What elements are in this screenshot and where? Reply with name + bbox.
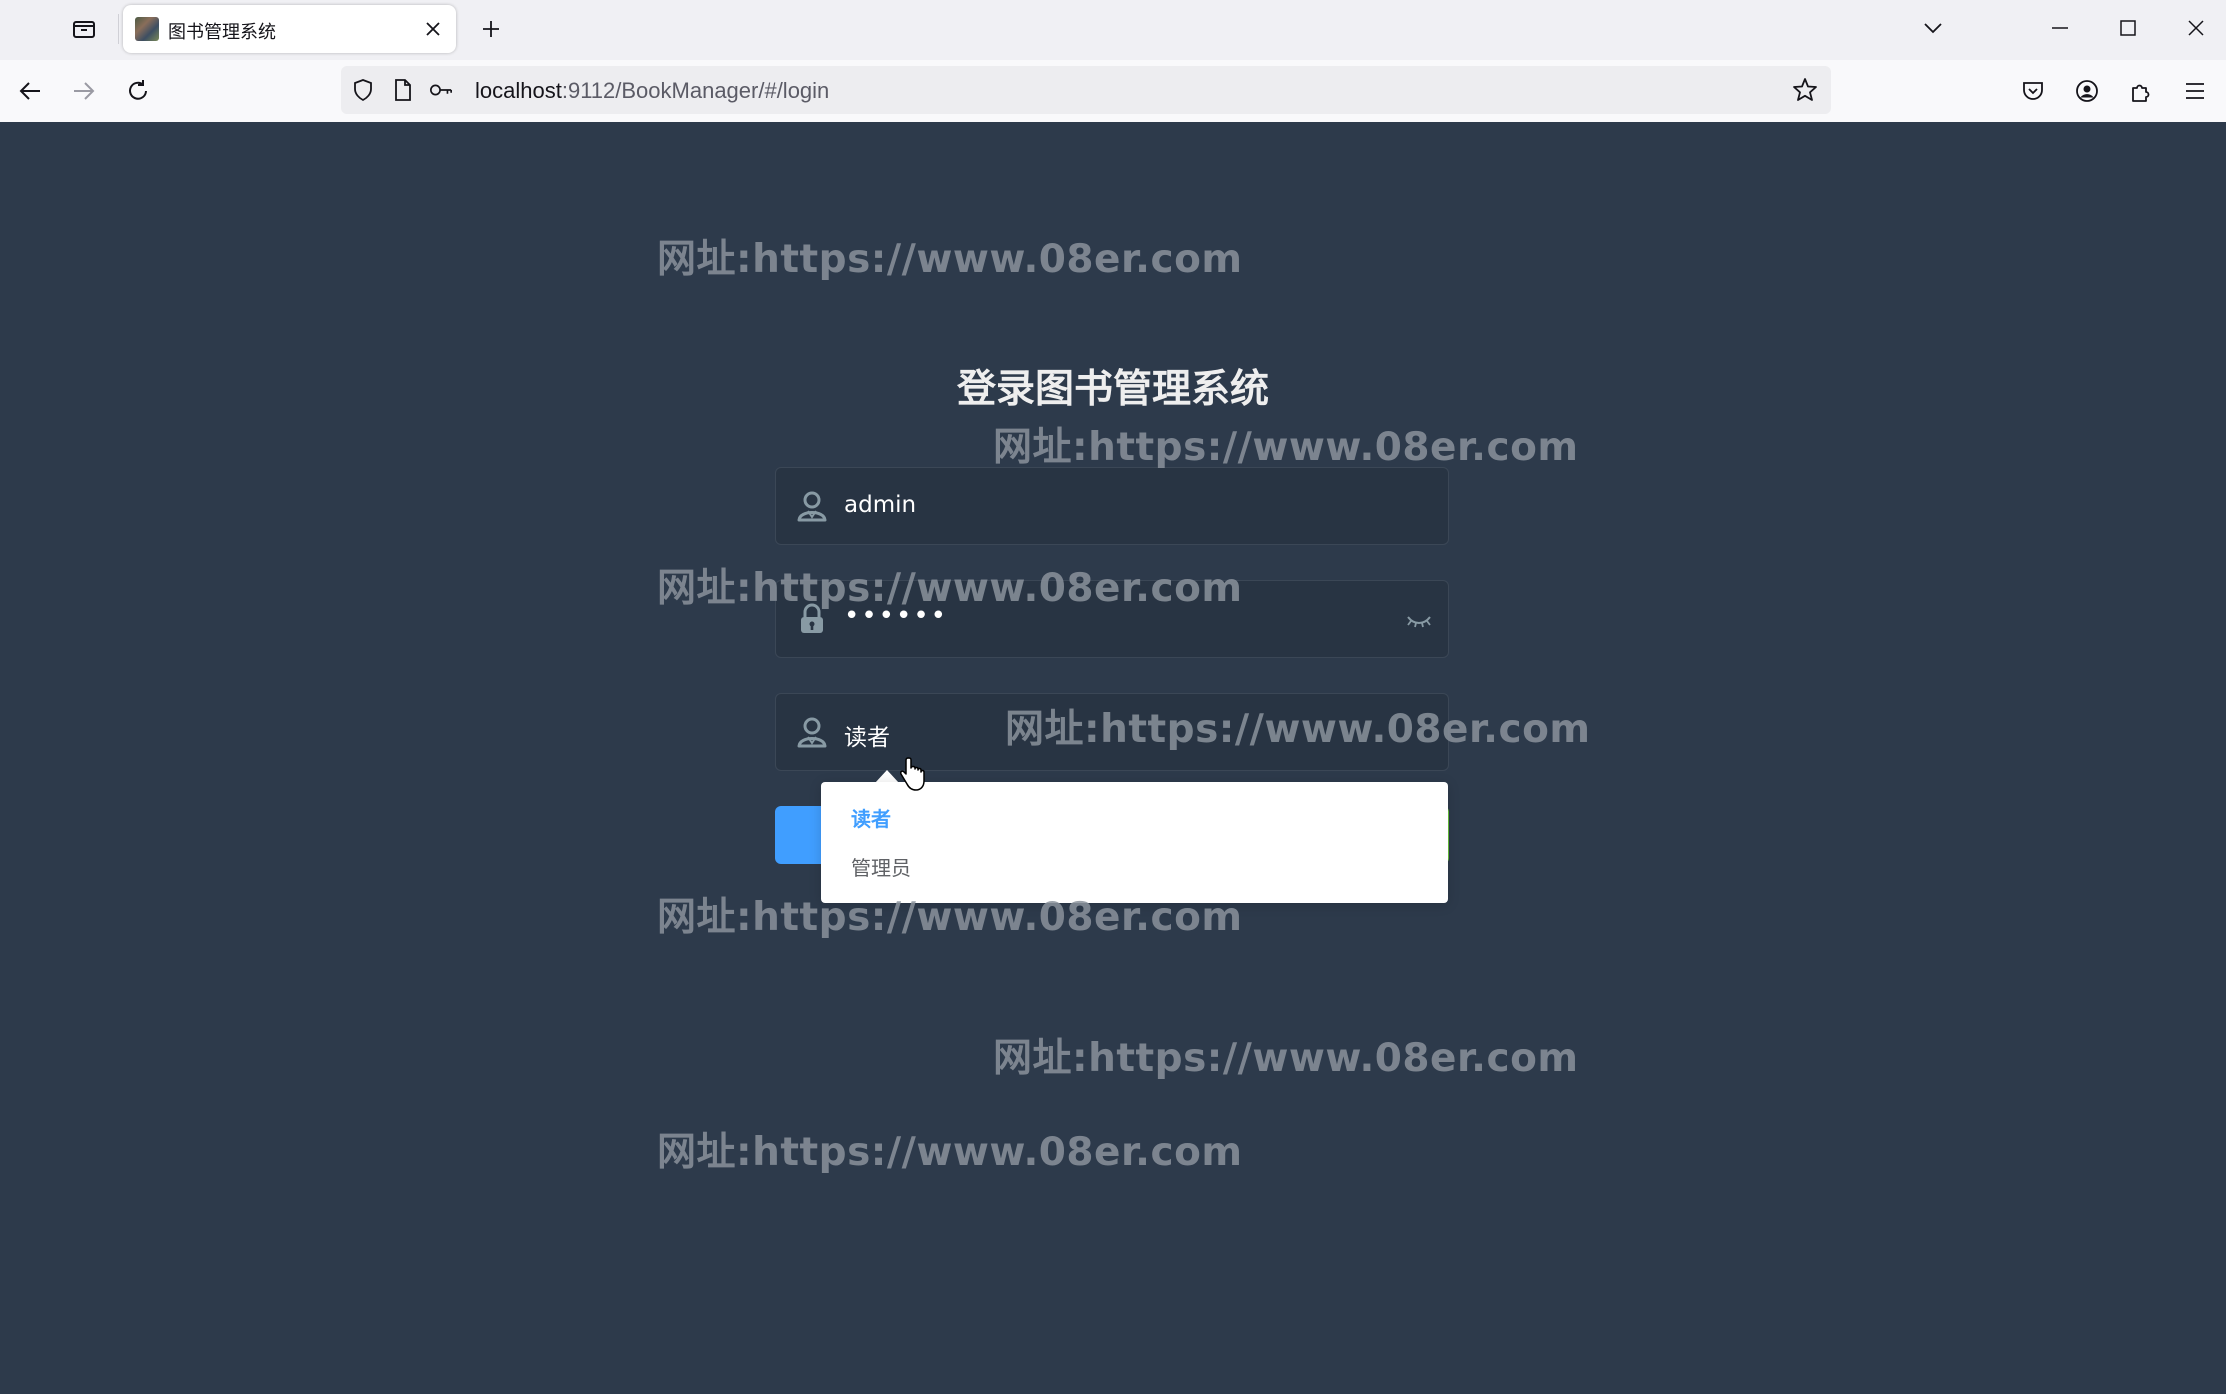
reload-icon[interactable]	[118, 71, 158, 111]
tab-title: 图书管理系统	[168, 22, 276, 43]
pocket-icon[interactable]	[2013, 71, 2053, 111]
address-bar[interactable]: localhost:9112/BookManager/#/login	[341, 66, 1831, 114]
close-icon[interactable]	[2174, 8, 2218, 48]
favicon-icon	[135, 17, 159, 41]
lock-icon	[796, 603, 828, 635]
user-icon	[796, 716, 828, 748]
username-field[interactable]: admin	[775, 467, 1449, 545]
maximize-icon[interactable]	[2106, 8, 2150, 48]
tab-separator	[118, 14, 119, 44]
plus-icon[interactable]	[474, 12, 508, 46]
role-dropdown: 读者 管理员	[821, 782, 1448, 903]
browser-tab[interactable]: 图书管理系统	[123, 5, 456, 53]
url-host: localhost	[475, 78, 562, 103]
tab-strip: 图书管理系统	[0, 0, 2226, 60]
navigation-toolbar: localhost:9112/BookManager/#/login	[0, 60, 2226, 123]
account-icon[interactable]	[2067, 71, 2107, 111]
shield-icon[interactable]	[351, 78, 375, 102]
user-icon	[796, 490, 828, 522]
tab-overview-icon[interactable]	[64, 12, 104, 46]
password-field[interactable]: ••••••	[775, 580, 1449, 658]
key-icon[interactable]	[429, 78, 453, 102]
password-input[interactable]: ••••••	[844, 601, 948, 631]
pointer-cursor-icon	[900, 756, 926, 792]
role-option-admin[interactable]: 管理员	[821, 845, 1448, 891]
role-select[interactable]: 读者	[775, 693, 1449, 771]
page-title: 登录图书管理系统	[956, 367, 1269, 412]
chevron-down-icon[interactable]	[1914, 10, 1952, 46]
extensions-icon[interactable]	[2121, 71, 2161, 111]
username-input[interactable]: admin	[844, 492, 916, 518]
role-selected-value[interactable]: 读者	[844, 718, 890, 752]
minimize-icon[interactable]	[2038, 8, 2082, 48]
close-icon[interactable]	[419, 15, 447, 43]
forward-icon	[64, 71, 104, 111]
back-icon[interactable]	[10, 71, 50, 111]
eye-closed-icon[interactable]	[1404, 609, 1434, 633]
star-icon[interactable]	[1791, 76, 1819, 104]
role-option-reader[interactable]: 读者	[821, 796, 1448, 842]
menu-icon[interactable]	[2175, 71, 2215, 111]
page-icon[interactable]	[391, 78, 415, 102]
url-path: :9112/BookManager/#/login	[561, 78, 830, 103]
url-text[interactable]: localhost:9112/BookManager/#/login	[475, 78, 829, 104]
